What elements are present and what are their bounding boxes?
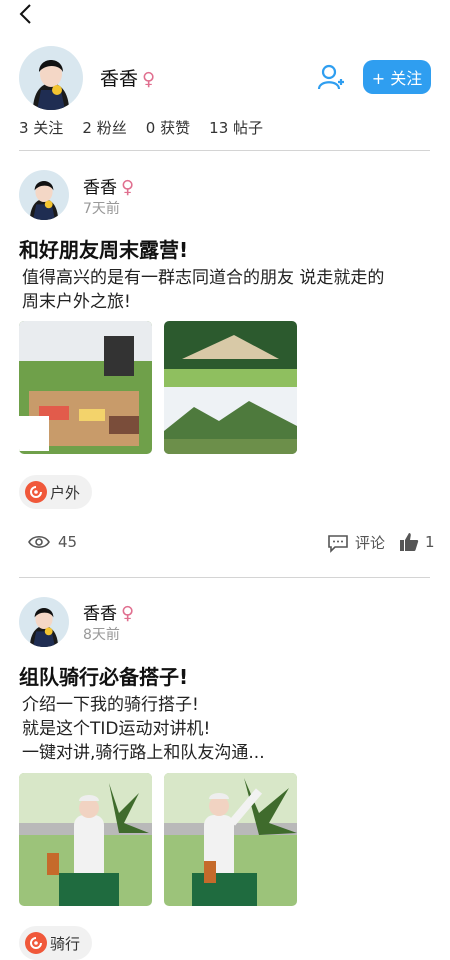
topic-label: 户外: [50, 483, 81, 502]
avatar-image: [19, 46, 83, 110]
profile-name: 香香 ♀: [100, 64, 155, 91]
like-button[interactable]: 1: [399, 532, 435, 552]
topic-label: 骑行: [50, 934, 81, 953]
stat-likes[interactable]: 0 获赞: [146, 119, 190, 137]
stat-fans[interactable]: 2 粉丝: [82, 119, 126, 137]
post-title[interactable]: 和好朋友周末露营!: [19, 234, 188, 263]
topic-icon: [25, 481, 47, 503]
avatar[interactable]: [19, 46, 83, 110]
post-body[interactable]: 介绍一下我的骑行搭子! 就是这个TID运动对讲机! 一键对讲,骑行路上和队友沟通…: [22, 693, 442, 765]
post-body[interactable]: 值得高兴的是有一群志同道合的朋友 说走就走的 周末户外之旅!: [22, 266, 442, 314]
comment-button[interactable]: 评论: [327, 532, 385, 553]
thumbs-up-icon: [400, 533, 419, 551]
comment-icon: [328, 534, 348, 553]
post-time: 8天前: [83, 627, 120, 643]
post-photo[interactable]: [164, 773, 297, 906]
divider: [19, 577, 430, 578]
eye-icon: [28, 535, 50, 549]
post-title[interactable]: 组队骑行必备搭子!: [19, 661, 188, 690]
back-button[interactable]: [14, 2, 38, 26]
comment-label: 评论: [355, 534, 386, 552]
divider: [19, 150, 430, 151]
female-icon: ♀: [121, 603, 135, 624]
view-count-value: 45: [58, 533, 78, 551]
stat-posts[interactable]: 13 帖子: [209, 119, 263, 137]
post-avatar[interactable]: [19, 170, 69, 220]
topic-icon: [25, 932, 47, 954]
add-friend-icon[interactable]: [317, 63, 345, 91]
profile-name-text: 香香: [100, 68, 139, 90]
post-time: 7天前: [83, 201, 120, 217]
chevron-left-icon: [19, 4, 31, 24]
female-icon: ♀: [121, 177, 135, 198]
post-avatar[interactable]: [19, 597, 69, 647]
post-author-text: 香香: [83, 178, 117, 198]
topic-tag[interactable]: 户外: [19, 475, 93, 509]
profile-header: 香香 ♀ + 关注: [0, 44, 450, 114]
profile-stats: 3 关注 2 粉丝 0 获赞 13 帖子: [19, 117, 263, 138]
follow-button[interactable]: + 关注: [363, 60, 431, 94]
like-count: 1: [425, 533, 435, 551]
view-count: 45: [28, 533, 77, 551]
topic-tag[interactable]: 骑行: [19, 926, 93, 960]
post-author[interactable]: 香香 ♀: [83, 599, 134, 624]
post-author-text: 香香: [83, 604, 117, 624]
post-photo[interactable]: [19, 321, 152, 454]
post-photo[interactable]: [19, 773, 152, 906]
post-photo[interactable]: [164, 321, 297, 454]
post-author[interactable]: 香香 ♀: [83, 173, 134, 198]
female-icon: ♀: [142, 69, 156, 90]
stat-following[interactable]: 3 关注: [19, 119, 63, 137]
